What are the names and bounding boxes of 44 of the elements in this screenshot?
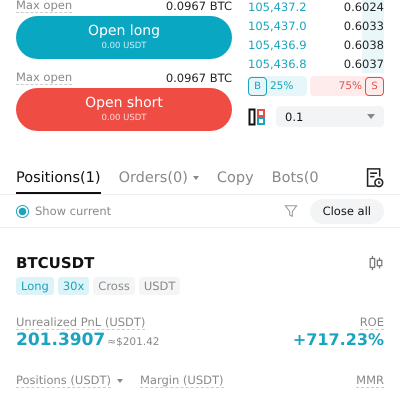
symbol-name: BTCUSDT [16,254,94,272]
bid-quantity: 0.6037 [344,56,384,70]
tab[interactable]: Orders(0) [118,161,199,194]
bid-price: 105,436.8 [248,56,307,70]
precision-dropdown[interactable]: 0.1 [276,106,384,127]
open-long-button[interactable]: Open long 0.00 USDT [16,16,232,59]
max-open-label: Max open [16,71,72,85]
filter-icon[interactable] [284,204,298,218]
pnl-value: 201.3907 [16,330,106,350]
bid-price: 105,437.0 [248,18,307,32]
position-tag: Long [16,277,54,295]
close-all-button[interactable]: Close all [310,198,384,224]
max-open-value: 0.0967 BTC [166,0,232,13]
tab[interactable]: Copy [216,161,254,194]
pnl-usd-value: ≈$201.42 [107,336,160,348]
bid-price: 105,436.9 [248,38,307,52]
roe-label: ROE [360,315,384,330]
tab[interactable]: Positions(1) [16,161,101,194]
bid-price: 105,437.2 [248,0,307,14]
open-short-button[interactable]: Open short 0.00 USDT [16,88,232,131]
show-current-label: Show current [35,204,112,218]
radio-button[interactable] [16,204,29,218]
max-open-label: Max open [16,0,72,13]
pnl-label: Unrealized PnL (USDT) [16,315,146,330]
sell-ratio: 75% [338,80,362,92]
stat-label: Margin (USDT) [140,373,224,388]
stat-label: MMR [356,373,384,388]
history-icon[interactable] [365,167,384,188]
bid-quantity: 0.6033 [344,18,384,32]
position-tag: 30x [58,277,90,295]
bid-quantity: 0.6024 [344,0,384,14]
position-tag: USDT [138,277,180,295]
stat-label: Positions (USDT) [16,373,111,388]
bid-quantity: 0.6038 [344,38,384,52]
tab[interactable]: Bots(0 [272,161,319,194]
book-layout-icon[interactable] [248,108,266,126]
max-open-value: 0.0967 BTC [166,71,232,85]
caret-icon [117,378,123,382]
roe-value: +717.23% [292,330,384,349]
buy-ratio: 25% [270,80,294,92]
candlestick-icon[interactable] [368,255,384,271]
position-tag: Cross [93,277,135,295]
sell-tag: S [365,76,384,96]
buy-tag: B [248,76,267,96]
